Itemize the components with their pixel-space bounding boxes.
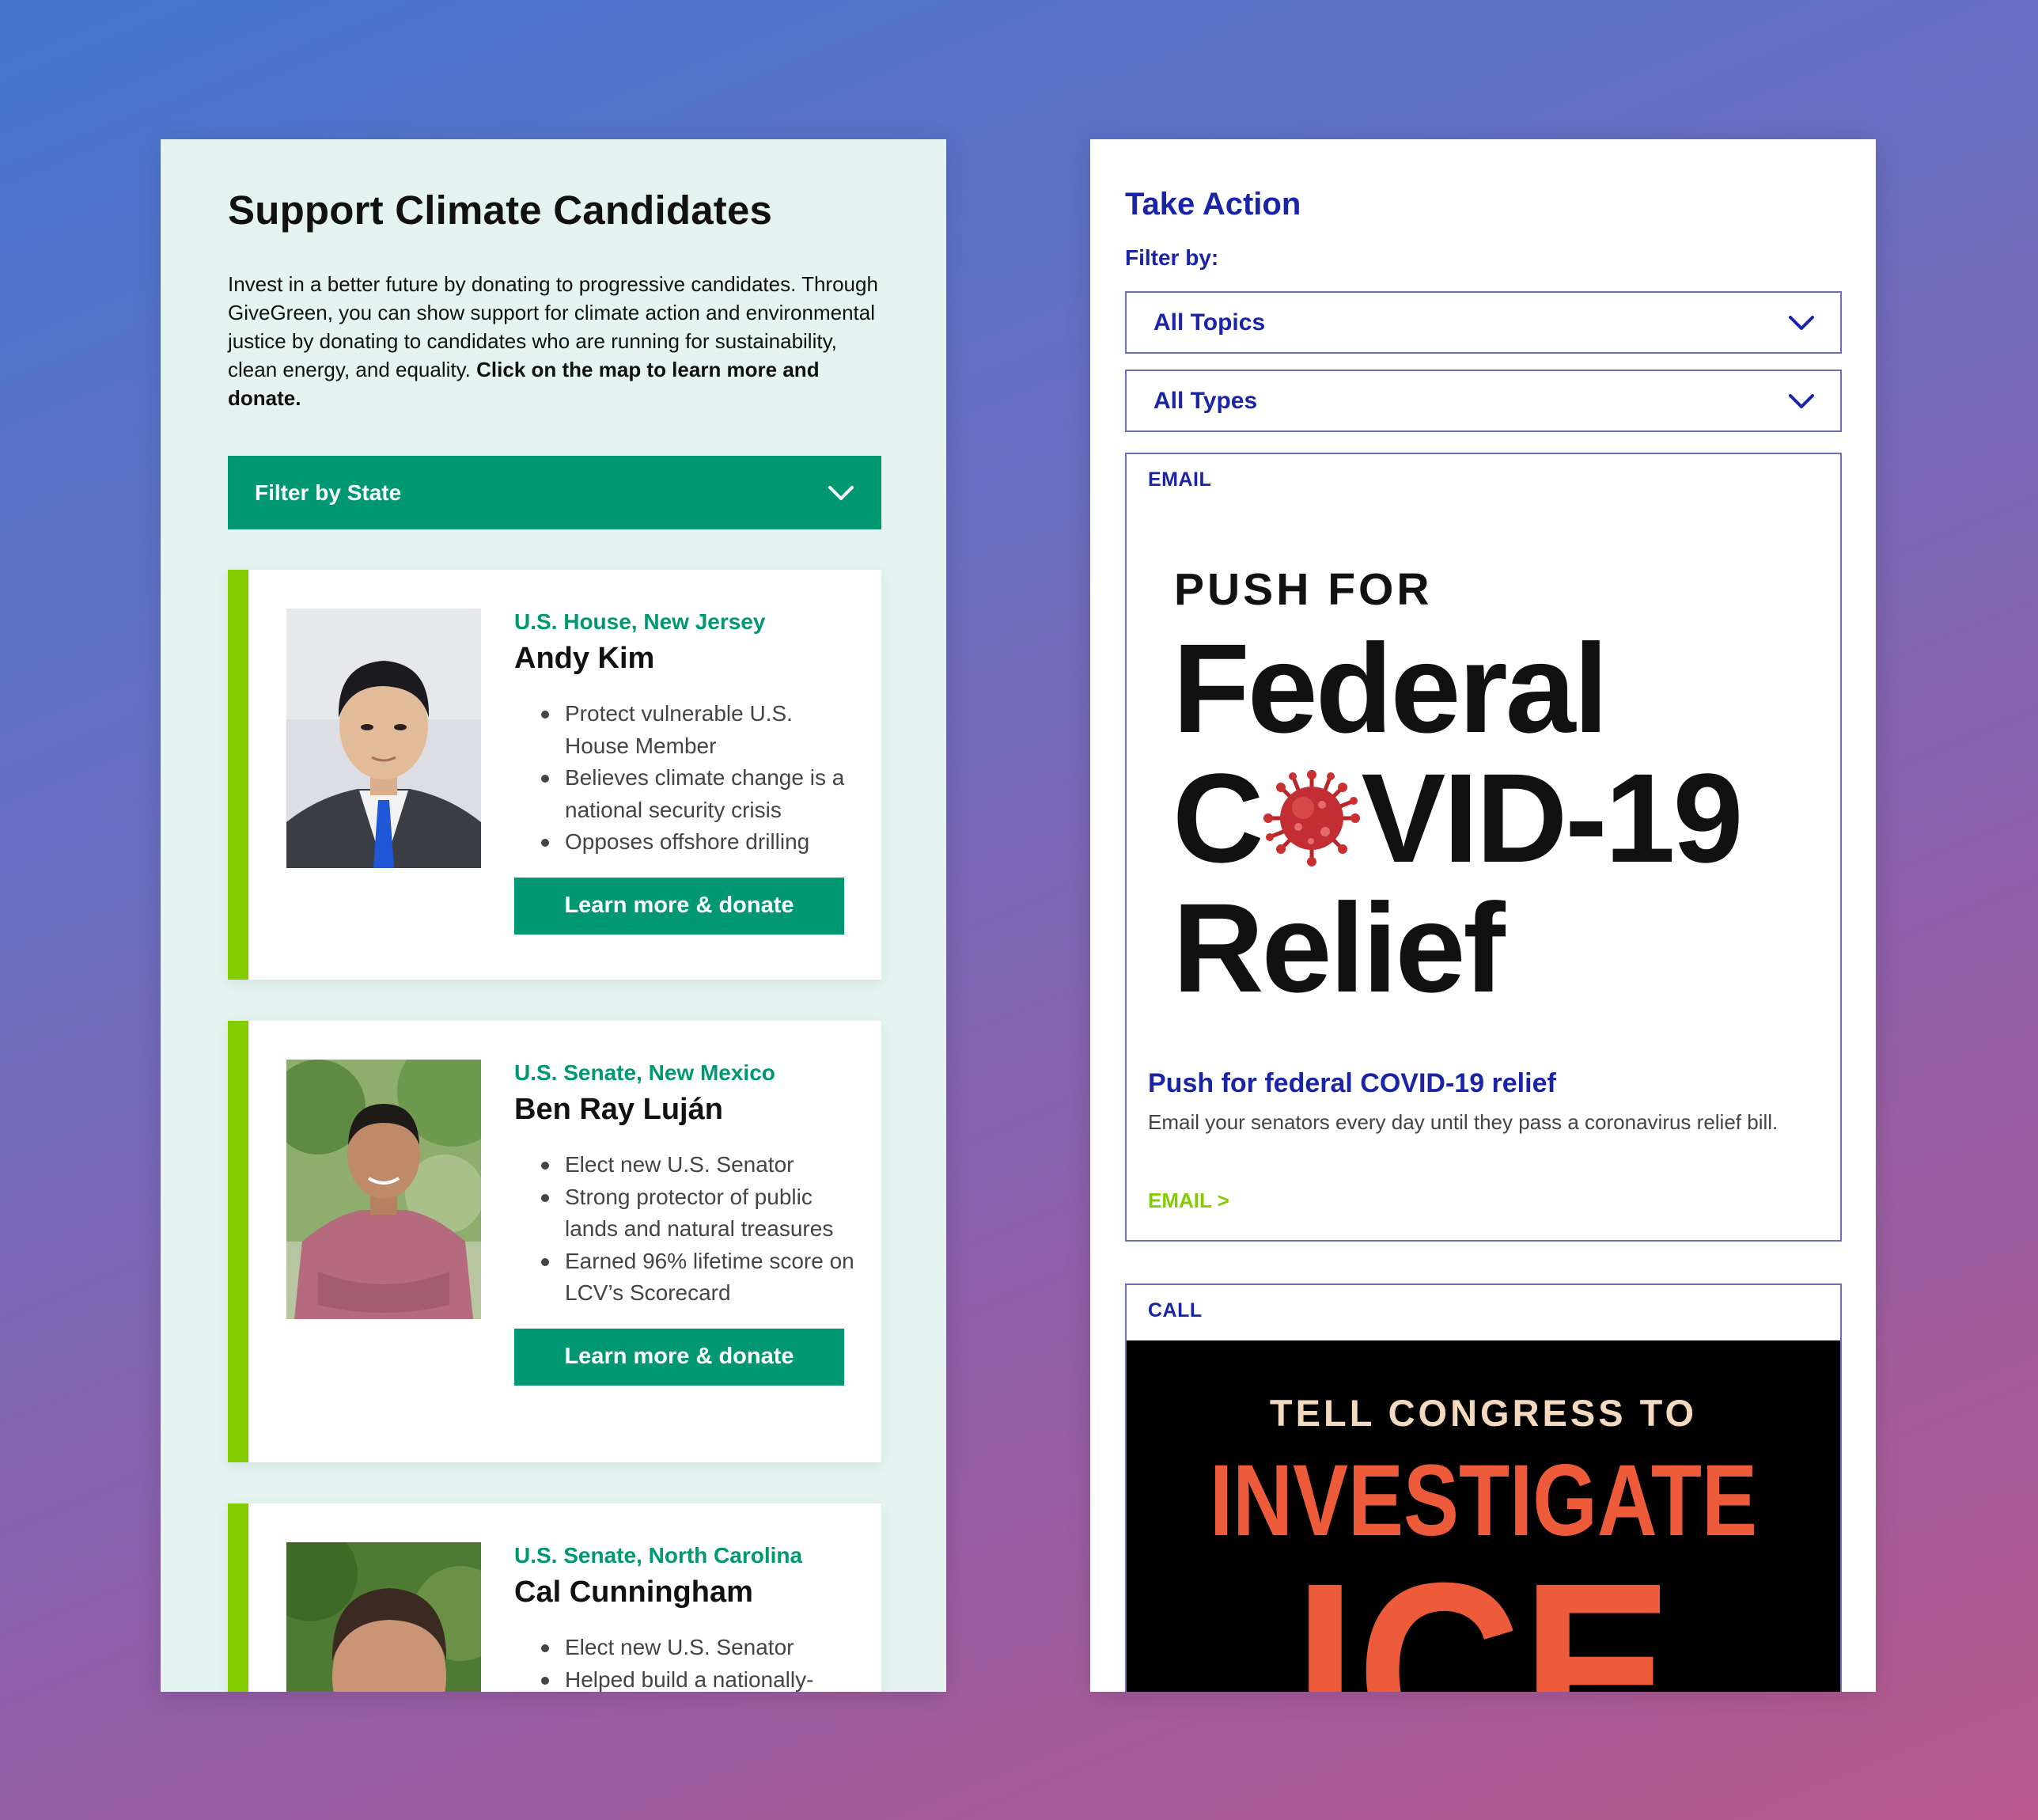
candidate-name: Cal Cunningham xyxy=(514,1575,753,1609)
email-action-link[interactable]: EMAIL > xyxy=(1148,1189,1229,1213)
hero-covid-suffix: VID-19 xyxy=(1361,747,1744,889)
chevron-down-icon xyxy=(828,485,854,500)
candidate-point: Strong protector of public lands and nat… xyxy=(514,1181,862,1246)
take-action-title: Take Action xyxy=(1125,187,1301,222)
candidate-photo xyxy=(286,1542,481,1692)
hero-line-ice: ICE xyxy=(1293,1530,1674,1692)
candidate-points: Elect new U.S. Senator Strong protector … xyxy=(514,1149,862,1310)
hero-covid-prefix: C xyxy=(1172,747,1264,889)
candidate-point: Elect new U.S. Senator xyxy=(514,1632,862,1664)
candidate-info: U.S. House, New Jersey Andy Kim Protect … xyxy=(514,608,862,935)
hero-kicker: TELL CONGRESS TO xyxy=(1269,1392,1698,1434)
candidate-point: Opposes offshore drilling xyxy=(514,826,862,859)
candidate-points: Elect new U.S. Senator Helped build a na… xyxy=(514,1632,862,1692)
candidate-race: U.S. Senate, New Mexico xyxy=(514,1060,775,1085)
candidate-point: Earned 96% lifetime score on LCV’s Score… xyxy=(514,1246,862,1310)
hero-line-federal: Federal xyxy=(1172,617,1608,759)
action-description: Email your senators every day until they… xyxy=(1148,1110,1779,1134)
candidate-info: U.S. Senate, North Carolina Cal Cunningh… xyxy=(514,1541,862,1692)
investigate-ice-hero-image: TELL CONGRESS TO INVESTIGATE ICE xyxy=(1127,1340,1840,1692)
candidates-panel: Support Climate Candidates Invest in a b… xyxy=(161,139,946,1692)
candidate-card: U.S. Senate, New Mexico Ben Ray Luján El… xyxy=(228,1021,881,1462)
candidate-card: U.S. Senate, North Carolina Cal Cunningh… xyxy=(228,1503,881,1692)
action-type-label: EMAIL xyxy=(1148,468,1212,491)
candidate-point: Elect new U.S. Senator xyxy=(514,1149,862,1181)
chevron-down-icon xyxy=(1789,315,1814,330)
candidate-card: U.S. House, New Jersey Andy Kim Protect … xyxy=(228,570,881,980)
covid-relief-hero-image: PUSH FOR Federal C VID-19 Relief xyxy=(1127,510,1840,1064)
page-title: Support Climate Candidates xyxy=(228,188,773,233)
candidate-info: U.S. Senate, New Mexico Ben Ray Luján El… xyxy=(514,1059,862,1386)
take-action-panel: Take Action Filter by: All Topics All Ty… xyxy=(1090,139,1876,1692)
candidate-points: Protect vulnerable U.S. House Member Bel… xyxy=(514,698,862,859)
hero-kicker: PUSH FOR xyxy=(1174,564,1433,615)
hero-line-covid: C VID-19 xyxy=(1172,755,1744,882)
action-headline[interactable]: Push for federal COVID-19 relief xyxy=(1148,1068,1556,1099)
action-card-email[interactable]: EMAIL PUSH FOR Federal C VID-19 Relief P… xyxy=(1125,453,1842,1242)
candidate-name: Andy Kim xyxy=(514,642,655,675)
candidate-photo xyxy=(286,1060,481,1319)
candidate-point: Protect vulnerable U.S. House Member xyxy=(514,698,862,762)
coronavirus-icon xyxy=(1263,770,1360,866)
candidate-point: Believes climate change is a national se… xyxy=(514,762,862,826)
candidate-photo xyxy=(286,609,481,868)
filter-by-state-label: Filter by State xyxy=(255,480,402,505)
types-select[interactable]: All Types xyxy=(1125,370,1842,432)
intro-text: Invest in a better future by donating to… xyxy=(228,270,885,412)
filter-by-label: Filter by: xyxy=(1125,245,1219,270)
action-type-label: CALL xyxy=(1148,1299,1203,1321)
hero-line-relief: Relief xyxy=(1172,877,1506,1018)
topics-select[interactable]: All Topics xyxy=(1125,291,1842,354)
learn-more-donate-button[interactable]: Learn more & donate xyxy=(514,877,844,935)
candidate-name: Ben Ray Luján xyxy=(514,1093,723,1126)
chevron-down-icon xyxy=(1789,393,1814,408)
learn-more-donate-button[interactable]: Learn more & donate xyxy=(514,1328,844,1386)
types-select-value: All Types xyxy=(1153,387,1258,414)
candidate-race: U.S. House, New Jersey xyxy=(514,609,766,634)
filter-by-state-dropdown[interactable]: Filter by State xyxy=(228,456,881,529)
candidate-point: Helped build a nationally- xyxy=(514,1664,862,1693)
topics-select-value: All Topics xyxy=(1153,309,1266,336)
action-card-call[interactable]: CALL TELL CONGRESS TO INVESTIGATE ICE xyxy=(1125,1283,1842,1692)
candidate-race: U.S. Senate, North Carolina xyxy=(514,1543,803,1568)
